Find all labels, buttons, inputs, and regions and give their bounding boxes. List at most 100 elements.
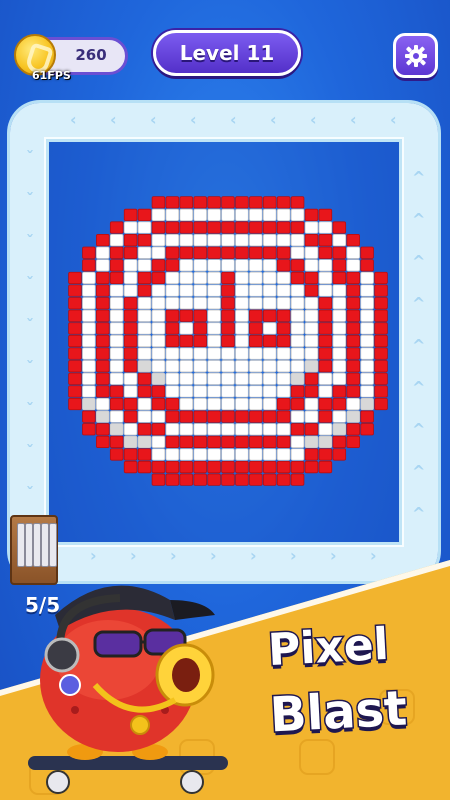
belt-arrow-icon: ^ [412, 168, 426, 187]
pixel-cell [207, 246, 221, 259]
belt-arrow-icon: ‹ [230, 110, 237, 129]
belt-arrow-icon: › [330, 546, 337, 565]
pixel-cell [276, 322, 291, 335]
belt-arrow-icon: ˇ [26, 190, 34, 209]
pixel-cell [374, 397, 388, 411]
pixel-cell [276, 196, 291, 209]
pixel-board[interactable] [68, 196, 388, 486]
pixel-cell [221, 309, 235, 322]
pixel-cell [290, 284, 305, 297]
pixel-cell [137, 397, 152, 411]
pixel-cell [221, 322, 235, 335]
pixel-cell [137, 347, 152, 360]
pixel-cell [137, 234, 152, 247]
pixel-cell [249, 372, 263, 385]
pixel-cell [151, 372, 166, 385]
pixel-cell [151, 208, 166, 222]
pixel-cell [221, 271, 235, 285]
pixel-cell [304, 322, 319, 335]
pixel-cell [123, 271, 138, 285]
pixel-cell [304, 309, 319, 322]
pixel-cell [360, 423, 374, 436]
pixel-cell [68, 397, 82, 411]
pixel-cell [318, 208, 333, 222]
pixel-cell [221, 448, 235, 461]
pixel-cell [82, 334, 96, 348]
pixel-cell [235, 196, 249, 209]
pixel-cell [165, 360, 180, 373]
pixel-cell [235, 448, 249, 461]
pixel-cell [123, 234, 138, 247]
pixel-cell [165, 259, 180, 272]
pixel-cell [68, 360, 82, 373]
pixel-cell [165, 423, 180, 436]
pixel-cell [123, 410, 138, 423]
pixel-cell [276, 234, 291, 247]
pixel-cell [123, 284, 138, 297]
pixel-cell [96, 372, 110, 385]
pixel-cell [151, 322, 166, 335]
pixel-cell [360, 397, 374, 411]
pixel-cell [346, 410, 360, 423]
pixel-cell [290, 246, 305, 259]
pixel-grid[interactable] [68, 196, 388, 486]
pixel-cell [360, 309, 374, 322]
pixel-cell [123, 221, 138, 234]
pixel-cell [179, 360, 194, 373]
belt-arrow-icon: › [370, 546, 377, 565]
pixel-cell [179, 410, 194, 423]
pixel-cell [82, 297, 96, 310]
pixel-cell [332, 423, 347, 436]
pixel-cell [262, 397, 277, 411]
belt-arrow-icon: ^ [412, 336, 426, 355]
pixel-cell [82, 309, 96, 322]
pixel-cell [221, 334, 235, 348]
pixel-cell [193, 196, 207, 209]
pixel-cell [304, 460, 319, 474]
pixel-cell [290, 435, 305, 448]
pixel-cell [332, 397, 347, 411]
pixel-cell [207, 234, 221, 247]
pixel-cell [346, 297, 360, 310]
pixel-cell [249, 271, 263, 285]
pixel-cell [318, 435, 333, 448]
pixel-cell [68, 284, 82, 297]
pixel-cell [360, 246, 374, 259]
pixel-cell [207, 347, 221, 360]
pixel-cell [346, 435, 360, 448]
promo-title-line1: Pixel [265, 617, 391, 677]
pixel-cell [374, 347, 388, 360]
pixel-cell [221, 284, 235, 297]
pixel-cell [360, 284, 374, 297]
belt-arrow-icon: ‹ [70, 110, 77, 129]
pixel-cell [193, 360, 207, 373]
pixel-cell [137, 385, 152, 398]
pixel-cell [360, 360, 374, 373]
pixel-cell [290, 448, 305, 461]
pixel-cell [193, 334, 207, 348]
pixel-cell [235, 221, 249, 234]
pixel-cell [346, 246, 360, 259]
pixel-cell [262, 271, 277, 285]
pixel-cell [249, 322, 263, 335]
belt-arrow-icon: ‹ [390, 110, 397, 129]
pixel-cell [304, 347, 319, 360]
pixel-cell [304, 372, 319, 385]
belt-arrow-icon: ‹ [190, 110, 197, 129]
pixel-cell [235, 309, 249, 322]
pixel-cell [193, 297, 207, 310]
pixel-cell [151, 284, 166, 297]
pixel-cell [332, 246, 347, 259]
settings-button[interactable] [393, 33, 438, 78]
pixel-cell [179, 397, 194, 411]
pixel-cell [179, 435, 194, 448]
pixel-cell [137, 334, 152, 348]
pixel-cell [151, 435, 166, 448]
pixel-cell [193, 410, 207, 423]
pixel-cell [262, 284, 277, 297]
pixel-cell [276, 448, 291, 461]
pixel-cell [304, 397, 319, 411]
pixel-cell [82, 385, 96, 398]
pixel-cell [123, 372, 138, 385]
pixel-cell [193, 385, 207, 398]
